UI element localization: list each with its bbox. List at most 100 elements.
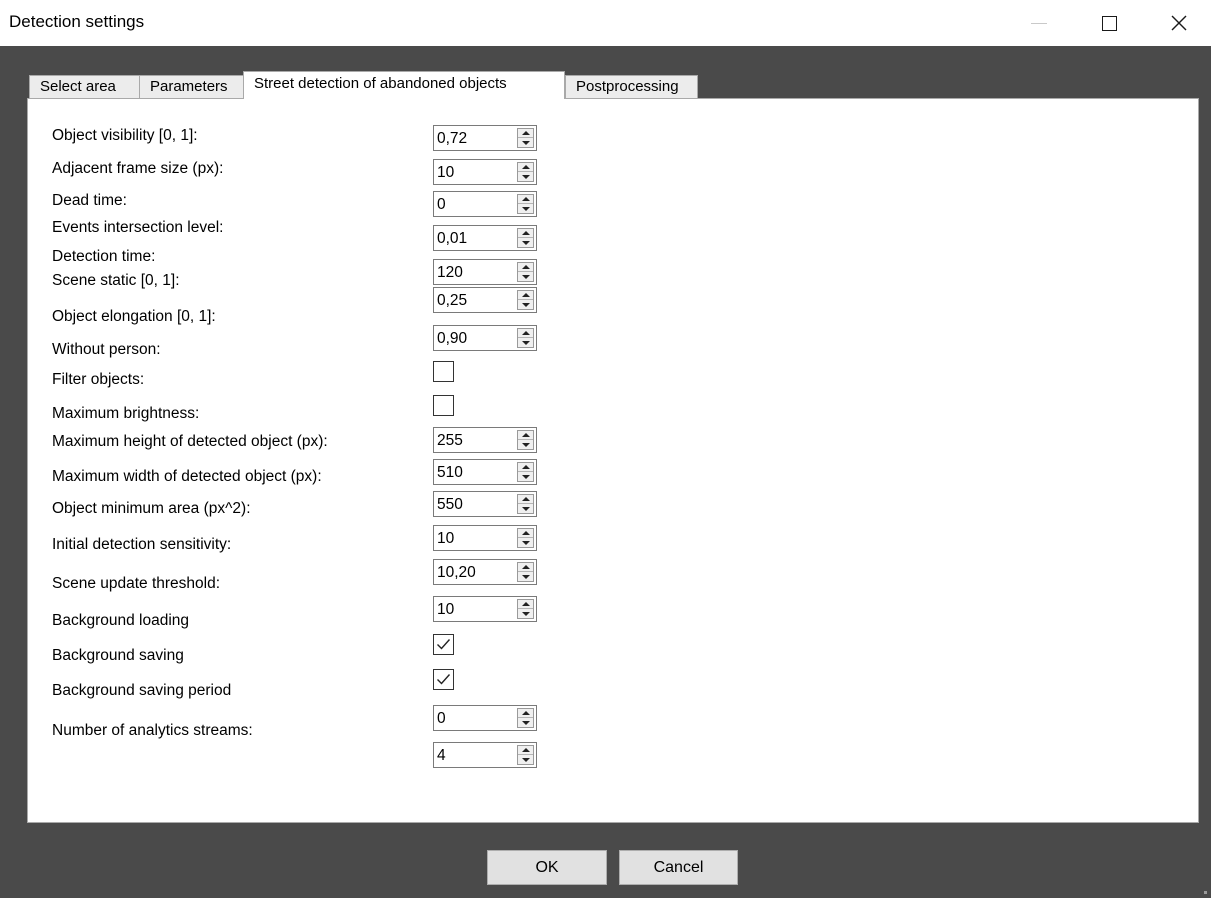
tab-select-area[interactable]: Select area [29,75,140,99]
spinner-buttons[interactable] [517,228,534,248]
spin-up-icon[interactable] [518,329,533,338]
close-button[interactable] [1156,0,1202,46]
spinner-buttons[interactable] [517,162,534,182]
spin-down-icon[interactable] [518,300,533,309]
spin-up-icon[interactable] [518,709,533,718]
spinner-value[interactable]: 0 [437,709,446,729]
maximize-button[interactable] [1086,0,1132,46]
spinner-buttons[interactable] [517,599,534,619]
maximum-width-spinner[interactable]: 550 [433,491,537,517]
spin-down-icon[interactable] [518,504,533,513]
spin-up-icon[interactable] [518,563,533,572]
spin-down-icon[interactable] [518,238,533,247]
spin-down-icon[interactable] [518,338,533,347]
background-saving-checkbox[interactable] [433,669,454,690]
spinner-buttons[interactable] [517,262,534,282]
adjacent-frame-size-spinner[interactable]: 10 [433,159,537,185]
object-visibility-spinner[interactable]: 0,72 [433,125,537,151]
spinner-value[interactable]: 10 [437,529,454,549]
dead-time-spinner[interactable]: 0 [433,191,537,217]
spinner-value[interactable]: 0,72 [437,129,467,149]
spin-down-icon[interactable] [518,172,533,181]
spin-down-icon[interactable] [518,609,533,618]
spin-up-icon[interactable] [518,163,533,172]
spin-down-icon[interactable] [518,472,533,481]
spin-down-icon[interactable] [518,755,533,764]
spin-up-icon[interactable] [518,431,533,440]
spinner-buttons[interactable] [517,328,534,348]
spinner-value[interactable]: 550 [437,495,463,515]
detection-time-spinner[interactable]: 120 [433,259,537,285]
tab-parameters[interactable]: Parameters [139,75,244,99]
spin-up-icon[interactable] [518,746,533,755]
spin-down-icon[interactable] [518,138,533,147]
minimize-button[interactable] [1016,0,1062,46]
spinner-buttons[interactable] [517,528,534,548]
spinner-value[interactable]: 10 [437,163,454,183]
maximum-height-spinner[interactable]: 510 [433,459,537,485]
tab-street-detection[interactable]: Street detection of abandoned objects [243,71,565,99]
spinner-value[interactable]: 0,01 [437,229,467,249]
settings-panel: Object visibility [0, 1]: 0,72 Adjacent … [27,98,1199,823]
spin-down-icon[interactable] [518,440,533,449]
object-elongation-spinner[interactable]: 0,90 [433,325,537,351]
without-person-checkbox[interactable] [433,361,454,382]
spinner-buttons[interactable] [517,462,534,482]
spin-up-icon[interactable] [518,195,533,204]
cancel-button[interactable]: Cancel [619,850,738,885]
spinner-buttons[interactable] [517,494,534,514]
spinner-buttons[interactable] [517,430,534,450]
spinner-value[interactable]: 120 [437,263,463,283]
spin-down-icon[interactable] [518,718,533,727]
field-label: Filter objects: [52,371,145,388]
spinner-value[interactable]: 255 [437,431,463,451]
field-label: Detection time: [52,248,156,265]
spinner-buttons[interactable] [517,128,534,148]
spinner-buttons[interactable] [517,290,534,310]
spin-up-icon[interactable] [518,129,533,138]
ok-button[interactable]: OK [487,850,607,885]
spinner-buttons[interactable] [517,708,534,728]
spinner-value[interactable]: 0,25 [437,291,467,311]
spin-up-icon[interactable] [518,229,533,238]
resize-grip-icon[interactable] [1204,891,1207,894]
spin-down-icon[interactable] [518,204,533,213]
spinner-buttons[interactable] [517,562,534,582]
spinner-value[interactable]: 0 [437,195,446,215]
spinner-value[interactable]: 10,20 [437,563,476,583]
spin-down-icon[interactable] [518,538,533,547]
title-bar: Detection settings [0,0,1211,46]
initial-detection-sensitivity-spinner[interactable]: 10,20 [433,559,537,585]
spin-up-icon[interactable] [518,495,533,504]
field-label: Maximum height of detected object (px): [52,433,328,450]
events-intersection-spinner[interactable]: 0,01 [433,225,537,251]
minimize-icon [1031,22,1047,24]
analytics-streams-spinner[interactable]: 4 [433,742,537,768]
background-loading-checkbox[interactable] [433,634,454,655]
spin-down-icon[interactable] [518,572,533,581]
spin-up-icon[interactable] [518,263,533,272]
spinner-value[interactable]: 510 [437,463,463,483]
spin-up-icon[interactable] [518,529,533,538]
field-label: Object minimum area (px^2): [52,500,251,517]
spin-up-icon[interactable] [518,600,533,609]
spinner-value[interactable]: 4 [437,746,446,766]
spin-down-icon[interactable] [518,272,533,281]
spinner-buttons[interactable] [517,745,534,765]
maximum-brightness-spinner[interactable]: 255 [433,427,537,453]
field-label: Scene static [0, 1]: [52,272,180,289]
spin-up-icon[interactable] [518,291,533,300]
spinner-value[interactable]: 10 [437,600,454,620]
spin-up-icon[interactable] [518,463,533,472]
filter-objects-checkbox[interactable] [433,395,454,416]
background-saving-period-spinner[interactable]: 0 [433,705,537,731]
field-label: Background saving [52,647,184,664]
scene-update-threshold-spinner[interactable]: 10 [433,596,537,622]
object-minimum-area-spinner[interactable]: 10 [433,525,537,551]
field-label: Background saving period [52,682,232,699]
field-label: Without person: [52,341,161,358]
scene-static-spinner[interactable]: 0,25 [433,287,537,313]
spinner-buttons[interactable] [517,194,534,214]
spinner-value[interactable]: 0,90 [437,329,467,349]
tab-postprocessing[interactable]: Postprocessing [565,75,698,99]
